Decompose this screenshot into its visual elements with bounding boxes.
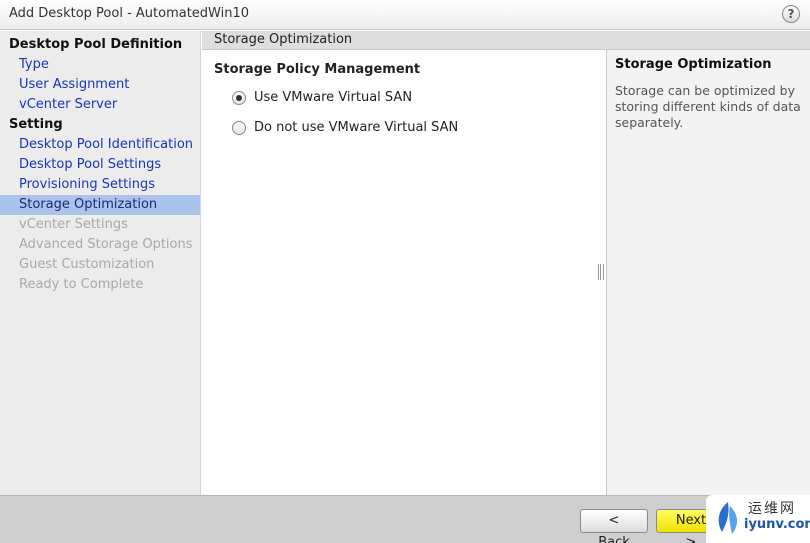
watermark-cn: 运维网 — [748, 501, 796, 517]
help-icon[interactable]: ? — [782, 5, 800, 23]
radio-button-unchecked[interactable] — [232, 120, 246, 135]
nav-item-desktop-pool-settings[interactable]: Desktop Pool Settings — [0, 155, 200, 175]
page-header: Storage Optimization — [202, 31, 810, 50]
splitter-handle[interactable] — [598, 264, 604, 280]
wizard-footer: < Back Next > — [0, 495, 810, 543]
help-panel: Storage Optimization Storage can be opti… — [606, 50, 810, 495]
help-panel-text: Storage can be optimized by storing diff… — [615, 83, 801, 130]
nav-item-ready-to-complete: Ready to Complete — [19, 277, 144, 292]
watermark-logo-icon — [718, 502, 738, 534]
nav-item-user-assignment[interactable]: User Assignment — [0, 75, 200, 95]
radio-do-not-use-vsan[interactable]: Do not use VMware Virtual SAN — [232, 120, 458, 135]
watermark: 运维网 iyunv.com — [706, 495, 810, 543]
nav-item-vcenter-settings: vCenter Settings — [19, 217, 128, 232]
nav-item-provisioning-settings[interactable]: Provisioning Settings — [0, 175, 200, 195]
nav-item-type[interactable]: Type — [0, 55, 200, 75]
nav-item-advanced-storage-options: Advanced Storage Options — [19, 237, 193, 252]
page-title: Storage Optimization — [214, 32, 353, 47]
section-title: Storage Policy Management — [214, 62, 421, 77]
main-content: Storage Policy Management Use VMware Vir… — [202, 50, 606, 495]
radio-button-checked[interactable] — [232, 90, 246, 105]
nav-group-setting: Setting — [9, 117, 63, 132]
window-title: Add Desktop Pool - AutomatedWin10 — [9, 6, 250, 21]
nav-item-guest-customization: Guest Customization — [19, 257, 155, 272]
radio-label: Use VMware Virtual SAN — [254, 90, 413, 105]
nav-item-vcenter-server[interactable]: vCenter Server — [0, 95, 200, 115]
nav-item-desktop-pool-identification[interactable]: Desktop Pool Identification — [0, 135, 200, 155]
radio-label: Do not use VMware Virtual SAN — [254, 120, 459, 135]
back-button[interactable]: < Back — [580, 509, 648, 543]
nav-group-definition: Desktop Pool Definition — [9, 37, 183, 52]
window-titlebar: Add Desktop Pool - AutomatedWin10 ? — [0, 0, 810, 30]
help-panel-title: Storage Optimization — [615, 57, 772, 72]
radio-use-vsan[interactable]: Use VMware Virtual SAN — [232, 90, 412, 105]
wizard-nav: Desktop Pool Definition Type User Assign… — [0, 31, 201, 495]
nav-item-storage-optimization[interactable]: Storage Optimization — [0, 195, 200, 215]
watermark-en: iyunv.com — [744, 517, 810, 532]
